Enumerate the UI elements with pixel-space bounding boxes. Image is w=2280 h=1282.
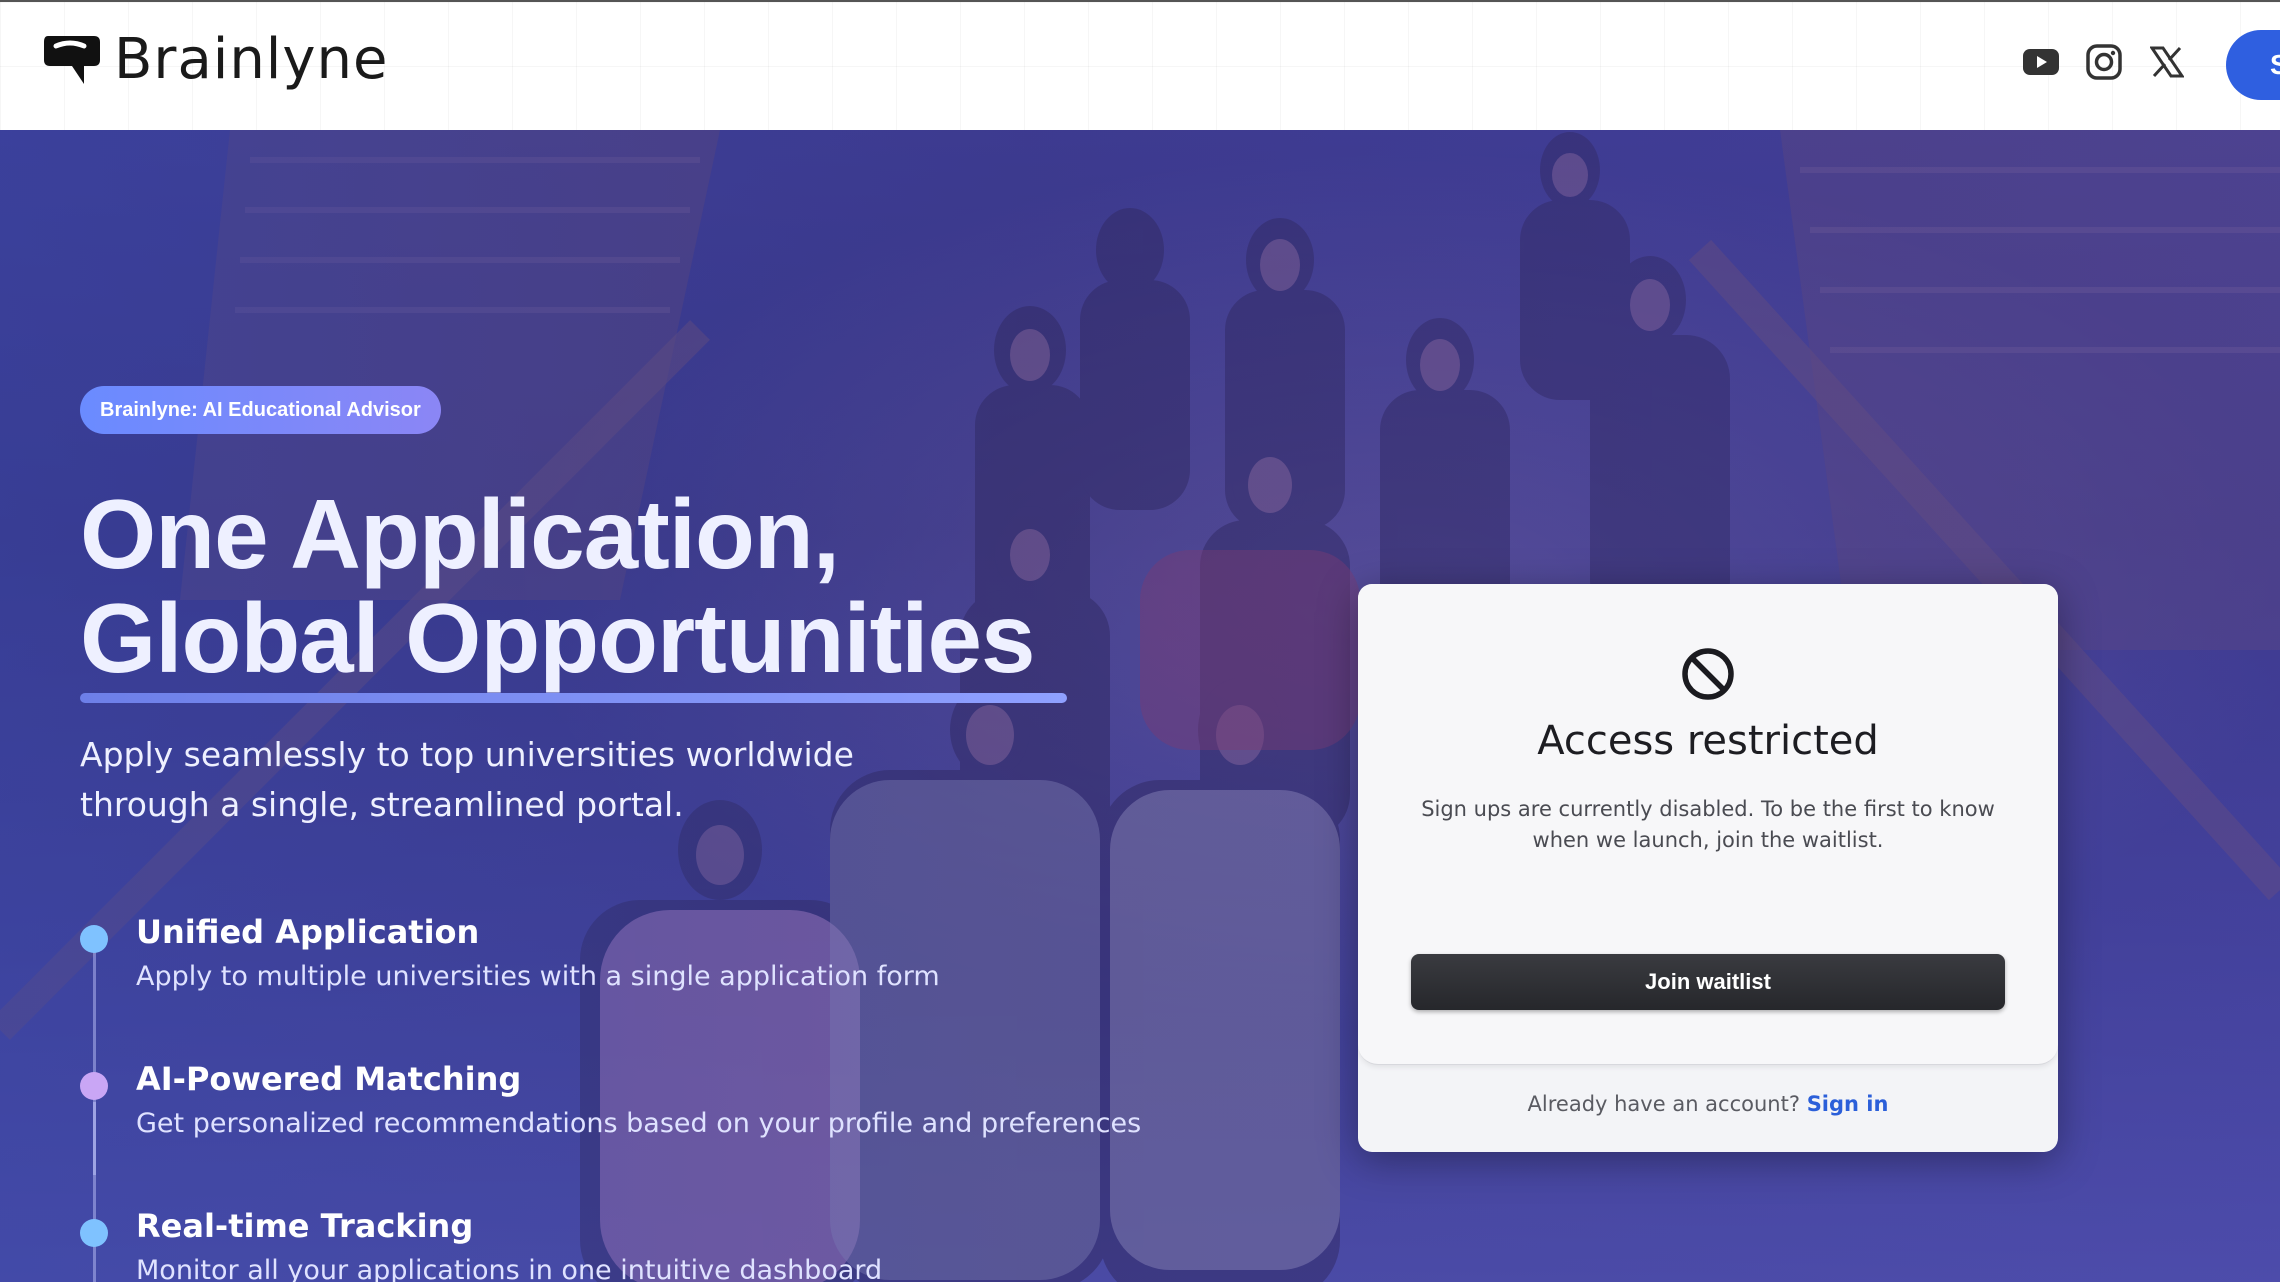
x-icon [2150, 46, 2184, 78]
access-restricted-card-body: Access restricted Sign ups are currently… [1358, 584, 2058, 1065]
hero-subheading: Apply seamlessly to top universities wor… [80, 735, 854, 824]
feature-title: Real-time Tracking [136, 1207, 474, 1245]
feature-title: AI-Powered Matching [136, 1060, 522, 1098]
brand-logo[interactable]: Brainlyne [40, 28, 388, 92]
signup-button[interactable]: S [2226, 30, 2280, 100]
x-twitter-link[interactable] [2145, 40, 2189, 84]
youtube-link[interactable] [2019, 40, 2063, 84]
feature-description: Get personalized recommendations based o… [136, 1108, 1142, 1139]
instagram-icon [2086, 44, 2122, 80]
ban-icon [1682, 648, 1734, 700]
speech-bubble-logo-icon [44, 36, 100, 84]
sign-in-link[interactable]: Sign in [1807, 1092, 1889, 1116]
top-navigation-bar: Brainlyne S [0, 0, 2280, 130]
youtube-icon [2023, 49, 2059, 75]
brand-name: Brainlyne [114, 27, 389, 92]
feature-bullet-dot [80, 1219, 108, 1247]
access-restricted-card: Access restricted Sign ups are currently… [1358, 584, 2058, 1152]
signin-prompt: Already have an account? Sign in [1358, 1092, 2058, 1116]
feature-bullet-dot [80, 925, 108, 953]
signin-prompt-text: Already have an account? [1527, 1092, 1800, 1116]
feature-description: Monitor all your applications in one int… [136, 1255, 883, 1282]
headline-line-2: Global Opportunities [80, 583, 1036, 693]
feature-bullet-dot [80, 1072, 108, 1100]
card-title: Access restricted [1537, 718, 1879, 764]
hero-badge: Brainlyne: AI Educational Advisor [80, 386, 441, 434]
headline-underline [80, 693, 1067, 703]
join-waitlist-button[interactable]: Join waitlist [1411, 954, 2005, 1010]
feature-connector-line [93, 1102, 96, 1282]
headline-line-1: One Application, [80, 479, 840, 589]
feature-title: Unified Application [136, 913, 480, 951]
card-message: Sign ups are currently disabled. To be t… [1421, 797, 1995, 852]
feature-description: Apply to multiple universities with a si… [136, 961, 940, 992]
hero-headline: One Application, Global Opportunities [80, 479, 1036, 693]
instagram-link[interactable] [2082, 40, 2126, 84]
